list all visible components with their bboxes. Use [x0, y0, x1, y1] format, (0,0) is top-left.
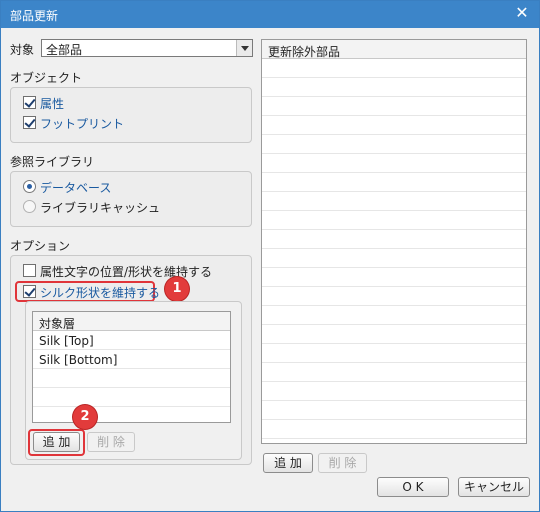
- list-item-empty: [262, 230, 526, 249]
- list-item-empty: [262, 325, 526, 344]
- list-item-empty: [262, 344, 526, 363]
- database-radio[interactable]: [23, 180, 36, 193]
- list-item-empty: [262, 401, 526, 420]
- list-item-label: Silk [Bottom]: [39, 353, 118, 367]
- list-item-empty: [262, 382, 526, 401]
- cancel-button[interactable]: キャンセル: [458, 477, 530, 497]
- list-item-empty: [262, 363, 526, 382]
- layer-delete-button[interactable]: 削 除: [87, 432, 135, 452]
- callout-badge-1: 1: [165, 277, 189, 301]
- chevron-down-icon[interactable]: [236, 40, 252, 56]
- target-select[interactable]: 全部品: [41, 39, 253, 57]
- layer-list-header: 対象層: [33, 312, 230, 331]
- list-item-empty: [262, 135, 526, 154]
- keep-silk-checkbox[interactable]: [23, 285, 36, 298]
- list-item-empty: [33, 369, 230, 388]
- ok-button[interactable]: O K: [377, 477, 449, 497]
- list-item-empty: [262, 59, 526, 78]
- excluded-parts-list[interactable]: 更新除外部品: [261, 39, 527, 444]
- target-select-value: 全部品: [46, 43, 83, 57]
- close-icon[interactable]: ✕: [513, 4, 531, 22]
- excluded-parts-header-label: 更新除外部品: [268, 45, 341, 59]
- list-item-empty: [262, 154, 526, 173]
- list-item-empty: [262, 78, 526, 97]
- list-item-empty: [33, 388, 230, 407]
- excluded-add-button[interactable]: 追 加: [263, 453, 313, 473]
- list-item-empty: [262, 211, 526, 230]
- list-item[interactable]: Silk [Bottom]: [33, 350, 230, 369]
- keep-attribute-position-label: 属性文字の位置/形状を維持する: [40, 265, 213, 279]
- callout-badge-2: 2: [73, 405, 97, 429]
- target-label: 対象: [10, 43, 35, 57]
- dialog-window: 部品更新 ✕ 対象 全部品 オブジェクト 属性 フットプリント 参照ライブラリ …: [0, 0, 540, 512]
- keep-attribute-position-checkbox[interactable]: [23, 264, 36, 277]
- title-bar: 部品更新 ✕: [1, 1, 539, 28]
- layer-list-header-label: 対象層: [39, 317, 76, 331]
- list-item[interactable]: Silk [Top]: [33, 331, 230, 350]
- list-item-empty: [262, 420, 526, 439]
- library-heading: 参照ライブラリ: [10, 155, 95, 169]
- excluded-delete-button[interactable]: 削 除: [318, 453, 367, 473]
- list-item-empty: [262, 97, 526, 116]
- list-item-empty: [262, 249, 526, 268]
- option-heading: オプション: [10, 239, 71, 253]
- attribute-label: 属性: [40, 97, 65, 111]
- object-heading: オブジェクト: [10, 71, 83, 85]
- layer-add-button[interactable]: 追 加: [33, 432, 80, 452]
- list-item-empty: [262, 173, 526, 192]
- footprint-checkbox[interactable]: [23, 116, 36, 129]
- library-cache-label: ライブラリキャッシュ: [40, 201, 161, 215]
- excluded-parts-header: 更新除外部品: [262, 40, 526, 59]
- list-item-empty: [262, 268, 526, 287]
- list-item-label: Silk [Top]: [39, 334, 94, 348]
- footprint-label: フットプリント: [40, 117, 125, 131]
- window-title: 部品更新: [10, 9, 59, 23]
- database-label: データベース: [40, 181, 112, 195]
- attribute-checkbox[interactable]: [23, 96, 36, 109]
- keep-silk-label: シルク形状を維持する: [40, 286, 161, 300]
- list-item-empty: [262, 287, 526, 306]
- layer-list[interactable]: 対象層 Silk [Top] Silk [Bottom]: [32, 311, 231, 423]
- list-item-empty: [262, 116, 526, 135]
- list-item-empty: [262, 192, 526, 211]
- list-item-empty: [262, 306, 526, 325]
- library-cache-radio[interactable]: [23, 200, 36, 213]
